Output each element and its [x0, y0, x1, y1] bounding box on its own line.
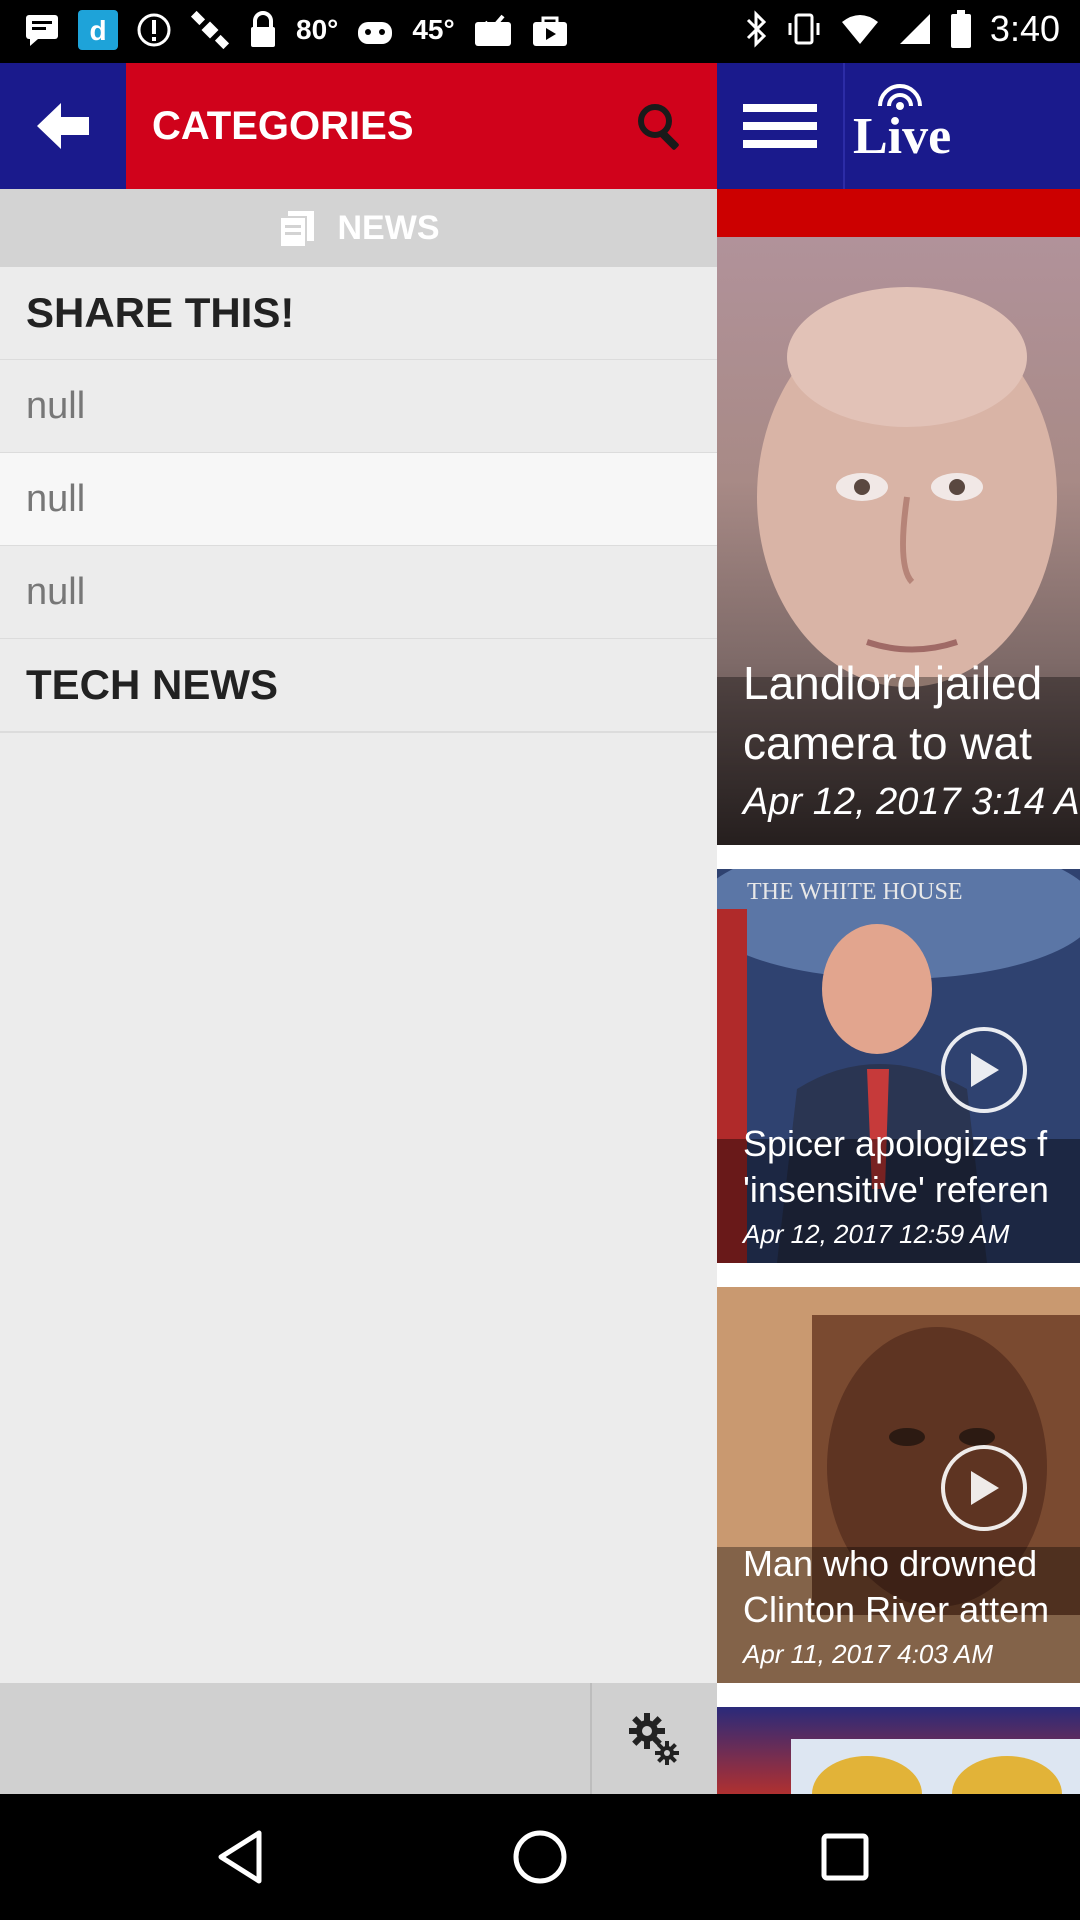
article-headline: Man who drowned Clinton River attem — [743, 1543, 1050, 1630]
signal-icon — [898, 9, 932, 49]
live-label: Live — [853, 108, 952, 165]
wifi-icon — [840, 9, 880, 49]
category-item[interactable]: null — [0, 546, 717, 640]
document-icon — [278, 211, 314, 247]
satellite-icon — [190, 10, 230, 50]
inbox-icon — [473, 10, 513, 50]
categories-drawer: CATEGORIES NEWS SHARE THIS! null null nu… — [0, 63, 717, 1794]
vibrate-icon — [786, 9, 822, 49]
menu-button[interactable] — [717, 63, 845, 189]
category-label: null — [26, 384, 86, 427]
system-nav-bar — [0, 1794, 1080, 1920]
message-icon — [24, 10, 60, 50]
category-label: TECH NEWS — [26, 661, 278, 708]
category-label: null — [26, 477, 86, 520]
back-button[interactable] — [0, 63, 126, 189]
android-icon — [356, 10, 394, 50]
article-headline: Spicer apologizes f 'insensitive' refere… — [743, 1123, 1049, 1210]
nav-recents-button[interactable] — [815, 1827, 875, 1887]
drawer-title: CATEGORIES — [152, 104, 414, 148]
svg-text:d: d — [89, 15, 106, 46]
category-item[interactable]: null — [0, 453, 717, 547]
home-circle-icon — [513, 1830, 567, 1884]
gears-icon — [628, 1712, 679, 1765]
app-icon: d — [78, 10, 118, 50]
back-arrow-icon — [37, 103, 89, 149]
settings-button[interactable] — [592, 1683, 717, 1794]
article-headline: Landlord jailed camera to wat — [743, 657, 1043, 769]
battery-icon — [950, 9, 972, 49]
category-label: SHARE THIS! — [26, 289, 295, 336]
hamburger-icon — [743, 104, 817, 148]
search-icon — [638, 104, 679, 150]
article-photo — [791, 1739, 1080, 1794]
article-card[interactable]: Man who drowned Clinton River attem Apr … — [717, 1287, 1080, 1683]
category-item[interactable]: null — [0, 360, 717, 454]
live-button[interactable]: Live — [843, 63, 963, 189]
play-icon — [971, 1053, 999, 1087]
bluetooth-icon — [744, 9, 768, 49]
article-date: Apr 12, 2017 3:14 A — [743, 781, 1080, 823]
play-icon — [971, 1471, 999, 1505]
article-date: Apr 11, 2017 4:03 AM — [743, 1639, 994, 1669]
app-area: Live Landlord jailed camera to wat Apr 1… — [0, 63, 1080, 1794]
temperature-1: 80° — [296, 14, 339, 45]
feed-red-strip — [717, 189, 1080, 237]
clock: 3:40 — [989, 8, 1060, 49]
play-button[interactable] — [941, 1445, 1027, 1531]
article-card[interactable]: Landlord jailed camera to wat Apr 12, 20… — [717, 237, 1080, 845]
svg-text:THE WHITE HOUSE: THE WHITE HOUSE — [747, 879, 963, 905]
play-button[interactable] — [941, 1027, 1027, 1113]
article-card[interactable] — [717, 1707, 1080, 1794]
feed-top-bar: Live — [717, 63, 1080, 189]
lock-icon — [248, 10, 278, 50]
article-date: Apr 12, 2017 12:59 AM — [743, 1219, 1010, 1249]
shop-icon — [531, 10, 569, 50]
temperature-2: 45° — [412, 14, 455, 45]
status-bar: d 80° 45° 3:40 — [0, 0, 1080, 63]
alert-icon — [136, 10, 172, 50]
section-label: NEWS — [337, 208, 440, 247]
category-label: null — [26, 570, 86, 613]
categories-header: CATEGORIES — [126, 63, 717, 189]
drawer-footer — [0, 1683, 717, 1794]
search-button[interactable] — [635, 101, 687, 153]
news-feed: Live Landlord jailed camera to wat Apr 1… — [717, 63, 1080, 1794]
triangle-back-icon — [218, 1830, 262, 1884]
nav-home-button[interactable] — [510, 1827, 570, 1887]
article-card[interactable]: THE WHITE HOUSE Spicer apologizes f 'ins… — [717, 869, 1080, 1263]
section-header-news: NEWS — [0, 189, 717, 267]
category-tech-news[interactable]: TECH NEWS — [0, 639, 717, 733]
square-recents-icon — [821, 1833, 869, 1881]
category-share-this[interactable]: SHARE THIS! — [0, 267, 717, 361]
nav-back-button[interactable] — [210, 1827, 270, 1887]
